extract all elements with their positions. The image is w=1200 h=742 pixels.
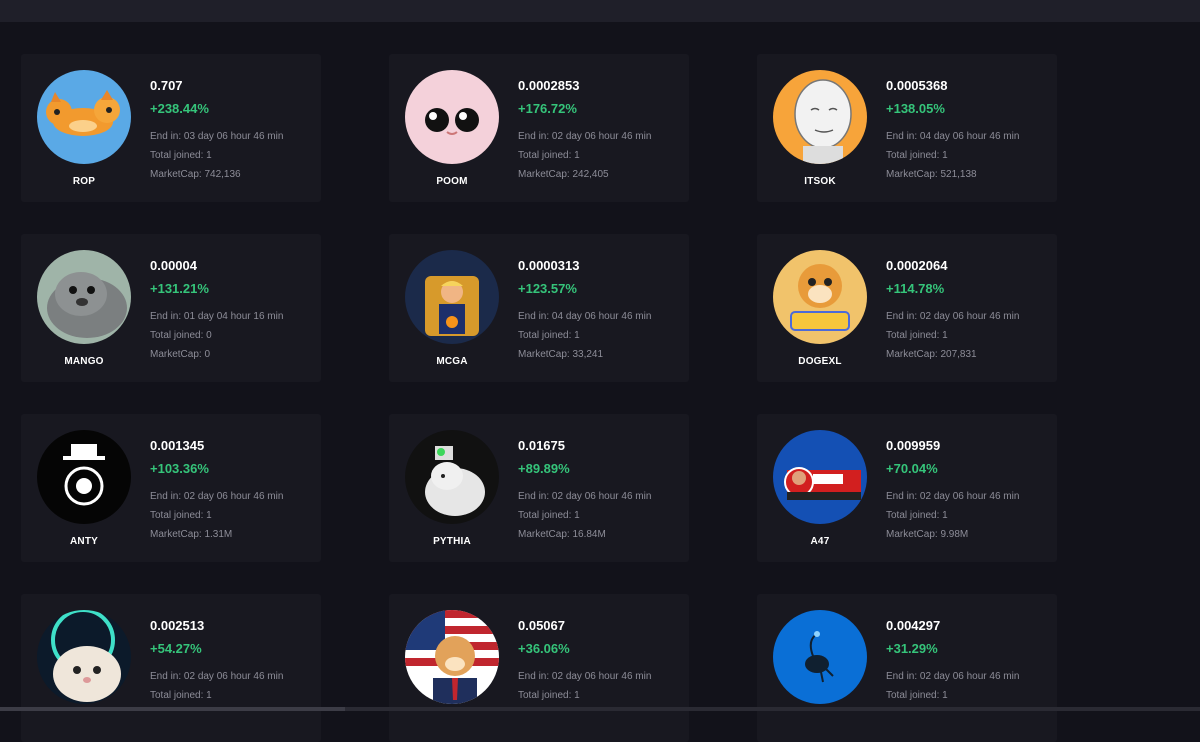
token-total-joined: Total joined: 1 — [518, 690, 580, 701]
token-change: +31.29% — [886, 641, 938, 656]
token-marketcap: MarketCap: 0 — [150, 349, 211, 360]
token-marketcap: MarketCap: 9.98M — [886, 529, 969, 540]
white-cat-icon — [37, 610, 131, 704]
token-change: +238.44% — [150, 101, 209, 116]
token-marketcap: MarketCap: 521,138 — [886, 169, 977, 180]
token-ticker: POOM — [436, 176, 468, 187]
token-end-time: End in: 02 day 06 hour 46 min — [886, 671, 1020, 682]
token-card[interactable]: ROP 0.707 +238.44% End in: 03 day 06 hou… — [21, 54, 321, 202]
token-ticker: DOGEXL — [798, 356, 842, 367]
rat-icon — [405, 430, 499, 524]
token-card[interactable]: MANGO 0.00004 +131.21% End in: 01 day 04… — [21, 234, 321, 382]
spy-money-icon — [37, 430, 131, 524]
token-end-time: End in: 04 day 06 hour 46 min — [886, 131, 1020, 142]
token-card[interactable]: DOGEXL 0.0002064 +114.78% End in: 02 day… — [757, 234, 1057, 382]
token-price: 0.707 — [150, 78, 183, 93]
token-ticker: ANTY — [69, 536, 99, 547]
seal-icon — [37, 250, 131, 344]
token-price: 0.01675 — [518, 438, 565, 453]
token-total-joined: Total joined: 1 — [518, 330, 580, 341]
a47-news-icon — [773, 430, 867, 524]
token-marketcap: MarketCap: 742,136 — [150, 169, 241, 180]
token-change: +103.36% — [150, 461, 209, 476]
doge-xl-icon — [773, 250, 867, 344]
token-price: 0.05067 — [518, 618, 565, 633]
token-total-joined: Total joined: 1 — [150, 510, 212, 521]
token-marketcap: MarketCap: 207,831 — [886, 349, 977, 360]
token-price: 0.0002064 — [886, 258, 948, 273]
token-total-joined: Total joined: 1 — [150, 690, 212, 701]
token-end-time: End in: 01 day 04 hour 16 min — [150, 311, 284, 322]
token-change: +123.57% — [518, 281, 577, 296]
token-change: +89.89% — [518, 461, 570, 476]
wojak-face-icon — [773, 70, 867, 164]
token-total-joined: Total joined: 1 — [886, 690, 948, 701]
token-price: 0.001345 — [150, 438, 205, 453]
token-card[interactable]: 0.004297 +31.29% End in: 02 day 06 hour … — [757, 594, 1057, 742]
token-end-time: End in: 02 day 06 hour 46 min — [150, 671, 284, 682]
token-card[interactable]: 0.002513 +54.27% End in: 02 day 06 hour … — [21, 594, 321, 742]
token-card[interactable]: PYTHIA 0.01675 +89.89% End in: 02 day 06… — [389, 414, 689, 562]
token-change: +54.27% — [150, 641, 202, 656]
token-end-time: End in: 02 day 06 hour 46 min — [518, 671, 652, 682]
token-card[interactable]: POOM 0.0002853 +176.72% End in: 02 day 0… — [389, 54, 689, 202]
token-ticker: PYTHIA — [433, 536, 471, 547]
token-total-joined: Total joined: 1 — [886, 150, 948, 161]
token-marketcap: MarketCap: 1.31M — [150, 529, 233, 540]
token-ticker: ITSOK — [804, 176, 836, 187]
token-change: +176.72% — [518, 101, 577, 116]
token-price: 0.00004 — [150, 258, 197, 273]
token-change: +36.06% — [518, 641, 570, 656]
token-end-time: End in: 02 day 06 hour 46 min — [886, 491, 1020, 502]
deep-sea-fish-icon — [773, 610, 867, 704]
token-total-joined: Total joined: 0 — [150, 330, 212, 341]
token-total-joined: Total joined: 1 — [150, 150, 212, 161]
token-ticker: MANGO — [64, 356, 104, 367]
token-card[interactable]: ANTY 0.001345 +103.36% End in: 02 day 06… — [21, 414, 321, 562]
orange-cat-icon — [37, 70, 131, 164]
token-card[interactable]: MCGA 0.0000313 +123.57% End in: 04 day 0… — [389, 234, 689, 382]
token-end-time: End in: 04 day 06 hour 46 min — [518, 311, 652, 322]
token-total-joined: Total joined: 1 — [518, 510, 580, 521]
pink-face-icon — [405, 70, 499, 164]
horizontal-scrollbar[interactable] — [0, 707, 1200, 711]
throne-man-icon — [405, 250, 499, 344]
token-total-joined: Total joined: 1 — [886, 510, 948, 521]
token-end-time: End in: 03 day 06 hour 46 min — [150, 131, 284, 142]
token-change: +114.78% — [886, 281, 945, 296]
token-end-time: End in: 02 day 06 hour 46 min — [518, 491, 652, 502]
token-grid: ROP 0.707 +238.44% End in: 03 day 06 hou… — [21, 54, 1057, 742]
token-total-joined: Total joined: 1 — [886, 330, 948, 341]
token-total-joined: Total joined: 1 — [518, 150, 580, 161]
usa-doge-icon — [405, 610, 499, 704]
token-change: +131.21% — [150, 281, 209, 296]
token-price: 0.009959 — [886, 438, 941, 453]
token-ticker: A47 — [810, 536, 830, 547]
token-ticker: ROP — [72, 176, 96, 187]
token-marketcap: MarketCap: 242,405 — [518, 169, 609, 180]
token-price: 0.0000313 — [518, 258, 580, 273]
token-ticker: MCGA — [436, 356, 468, 367]
token-price: 0.002513 — [150, 618, 205, 633]
token-price: 0.0005368 — [886, 78, 948, 93]
token-end-time: End in: 02 day 06 hour 46 min — [518, 131, 652, 142]
token-card[interactable]: ITSOK 0.0005368 +138.05% End in: 04 day … — [757, 54, 1057, 202]
scrollbar-thumb[interactable] — [0, 707, 345, 711]
token-marketcap: MarketCap: 33,241 — [518, 349, 604, 360]
token-marketcap: MarketCap: 16.84M — [518, 529, 606, 540]
top-bar — [0, 0, 1200, 22]
token-card[interactable]: 0.05067 +36.06% End in: 02 day 06 hour 4… — [389, 594, 689, 742]
token-change: +138.05% — [886, 101, 945, 116]
token-end-time: End in: 02 day 06 hour 46 min — [150, 491, 284, 502]
token-price: 0.0002853 — [518, 78, 580, 93]
token-change: +70.04% — [886, 461, 938, 476]
token-price: 0.004297 — [886, 618, 941, 633]
token-end-time: End in: 02 day 06 hour 46 min — [886, 311, 1020, 322]
token-card[interactable]: A47 0.009959 +70.04% End in: 02 day 06 h… — [757, 414, 1057, 562]
